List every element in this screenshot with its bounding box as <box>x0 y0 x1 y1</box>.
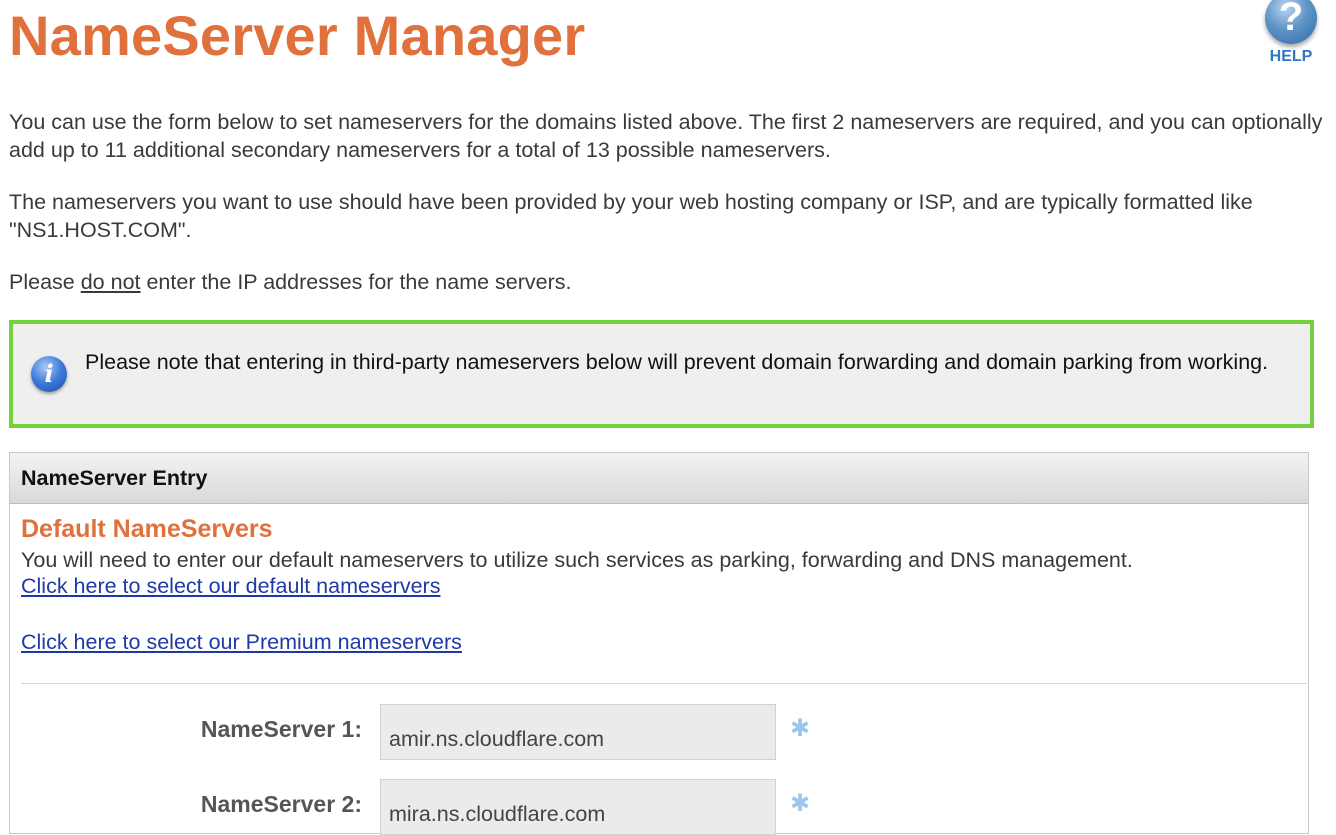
intro-p3-before: Please <box>9 270 81 294</box>
nameserver-2-input[interactable] <box>380 779 776 835</box>
help-label[interactable]: HELP <box>1260 48 1322 66</box>
intro-paragraph-3: Please do not enter the IP addresses for… <box>9 268 1329 296</box>
nameserver-1-label: NameServer 1: <box>200 716 362 742</box>
select-default-nameservers-link[interactable]: Click here to select our default nameser… <box>21 574 440 599</box>
intro-p3-after: enter the IP addresses for the name serv… <box>140 270 572 294</box>
page-title: NameServer Manager <box>9 4 586 67</box>
required-asterisk-icon: ✱ <box>790 715 811 742</box>
notice-box: i Please note that entering in third-par… <box>9 320 1314 428</box>
notice-text: Please note that entering in third-party… <box>85 350 1269 374</box>
nameserver-row-1: NameServer 1: ✱ <box>10 704 1308 760</box>
nameserver-2-label: NameServer 2: <box>200 791 362 817</box>
nameserver-entry-panel: NameServer Entry Default NameServers You… <box>9 452 1309 835</box>
panel-header: NameServer Entry <box>10 453 1308 504</box>
nameserver-1-input[interactable] <box>380 704 776 760</box>
info-icon: i <box>31 356 67 392</box>
nameserver-row-2: NameServer 2: ✱ <box>10 779 1308 835</box>
required-asterisk-icon: ✱ <box>790 790 811 817</box>
section-description: You will need to enter our default names… <box>21 548 1133 572</box>
divider <box>21 683 1307 684</box>
section-title: Default NameServers <box>21 515 273 543</box>
help-icon[interactable]: ? <box>1265 0 1317 44</box>
intro-p3-emphasis: do not <box>80 270 141 294</box>
select-premium-nameservers-link[interactable]: Click here to select our Premium nameser… <box>21 630 462 655</box>
intro-paragraph-1: You can use the form below to set namese… <box>9 110 1323 162</box>
help-button[interactable]: ? HELP <box>1260 0 1322 66</box>
intro-paragraph-2: The nameservers you want to use should h… <box>9 190 1253 242</box>
